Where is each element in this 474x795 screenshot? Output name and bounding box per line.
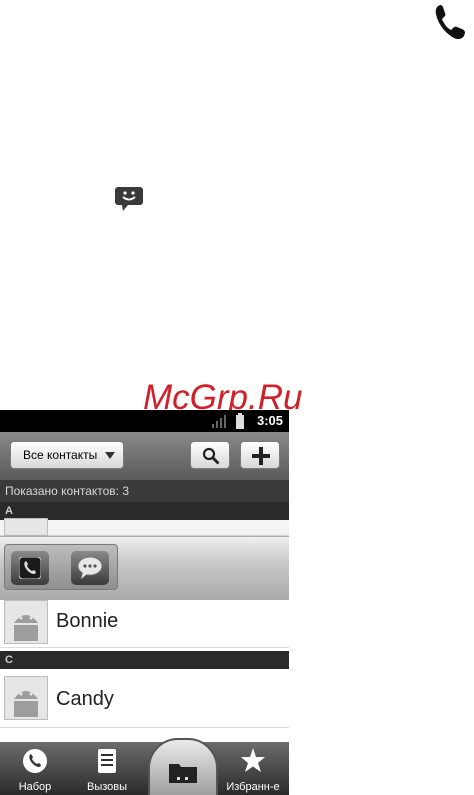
battery-icon [236,413,244,434]
phone-icon [18,556,42,584]
avatar [4,600,48,644]
signal-icon [212,415,226,433]
tab-label: Набор [18,781,52,793]
avatar [4,518,48,536]
contacts-folder-icon [168,760,198,789]
tab-favorites[interactable]: Избранн-е [218,742,288,795]
call-log-icon [97,748,117,777]
call-action-button[interactable] [11,551,49,585]
clock: 3:05 [256,413,283,428]
chevron-down-icon [105,452,115,459]
quick-contact-panel [0,536,289,602]
message-action-button[interactable] [71,551,109,585]
add-contact-button[interactable] [240,441,280,469]
status-bar: 3:05 [0,410,289,432]
tab-label: Вызовы [86,781,128,793]
contact-count: Показано контактов: 3 [0,480,289,502]
contacts-toolbar: Все контакты [0,432,289,480]
phone-icon [432,2,468,42]
star-icon [240,747,266,776]
section-header-c: C [0,651,289,669]
tab-label: Избранн-е [226,781,280,793]
quick-contact-actions [4,544,118,590]
contacts-filter-label: Все контакты [23,448,98,462]
contact-name: Candy [56,688,114,710]
bottom-navigation: Набор Вызовы Избранн-е [0,738,289,795]
contact-row-bonnie[interactable]: Bonnie [0,600,289,648]
list-item[interactable] [0,518,289,536]
plus-icon [252,447,270,470]
contact-row-candy[interactable]: Candy [0,672,289,728]
contact-name: Bonnie [56,610,119,632]
phone-screen: 3:05 Все контакты Показано контактов: 3 … [0,410,289,795]
search-icon [202,447,220,470]
chat-icon [77,556,103,585]
search-button[interactable] [190,441,230,469]
tab-contacts[interactable] [148,738,218,795]
avatar [4,676,48,720]
tab-call-log[interactable]: Вызовы [72,742,142,795]
sms-icon [114,186,144,212]
contacts-filter-dropdown[interactable]: Все контакты [10,441,124,469]
dialer-icon [22,748,48,777]
tab-dialer[interactable]: Набор [0,742,70,795]
